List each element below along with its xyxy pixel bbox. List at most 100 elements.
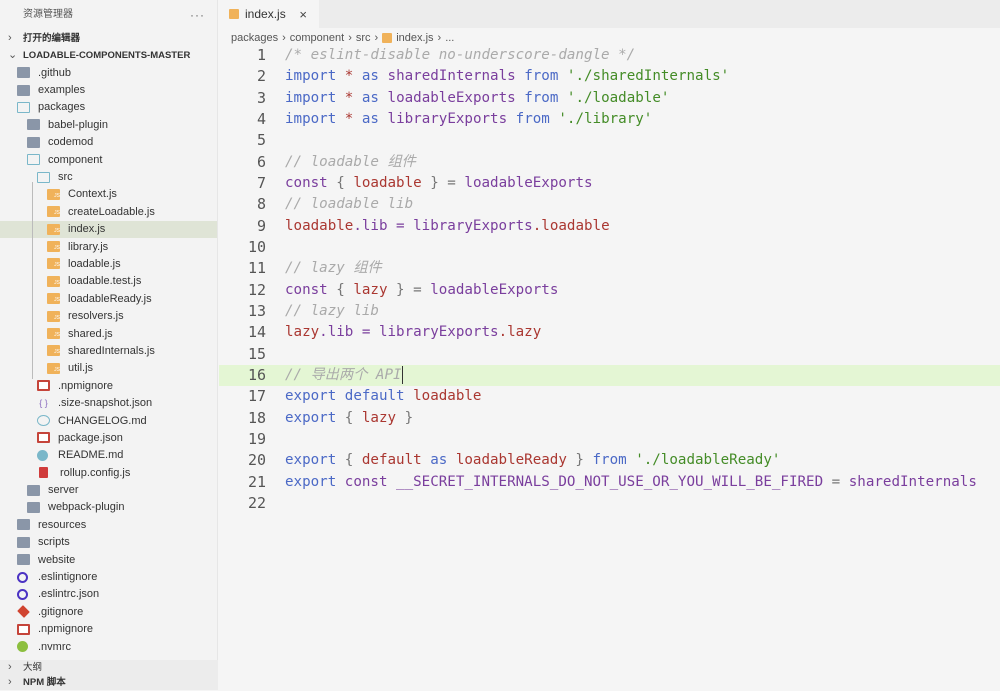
code-line[interactable]: 21 export const __SECRET_INTERNALS_DO_NOT…	[219, 472, 1000, 493]
tree-item[interactable]: server	[0, 481, 217, 498]
code-token: './library'	[549, 110, 653, 127]
tree-item[interactable]: babel-plugin	[0, 116, 217, 133]
tree-item[interactable]: README.md	[0, 447, 217, 464]
tree-item[interactable]: .npmignore	[0, 377, 217, 394]
line-number: 10	[247, 237, 266, 256]
code-token: /* eslint-disable no-underscore-dangle *…	[285, 47, 636, 63]
code-line[interactable]: 16 // 导出两个 API	[219, 364, 1000, 387]
tree-item-label: CHANGELOG.md	[58, 414, 147, 427]
tree-item[interactable]: .eslintignore	[0, 568, 217, 585]
tree-item[interactable]: website	[0, 551, 217, 568]
tree-item-label: .eslintrc.json	[38, 588, 100, 601]
breadcrumb-item[interactable]: packages	[231, 32, 278, 44]
tree-item[interactable]: { } .size-snapshot.json	[0, 394, 217, 411]
tree-item-label: component	[48, 153, 103, 166]
tree-item[interactable]: .github	[0, 64, 217, 81]
code-line[interactable]: 13 // lazy lib	[219, 301, 1000, 322]
code-line[interactable]: 6 // loadable 组件	[219, 152, 1000, 173]
code-token: './loadable'	[558, 89, 670, 106]
tree-item[interactable]: .eslintrc.json	[0, 586, 217, 603]
rollup-icon	[39, 467, 48, 479]
tree-item[interactable]: CHANGELOG.md	[0, 412, 217, 429]
code-line[interactable]: 5	[219, 130, 1000, 151]
breadcrumb-item[interactable]: src	[356, 32, 371, 44]
tree-item[interactable]: .nvmrc	[0, 638, 217, 655]
folder-icon	[17, 84, 30, 96]
code-token: as	[421, 452, 456, 469]
code-line[interactable]: 12 const { lazy } = loadableExports	[219, 280, 1000, 301]
code-line[interactable]: 9 loadable.lib = libraryExports.loadable	[219, 216, 1000, 237]
code-line[interactable]: 17 export default loadable	[219, 386, 1000, 407]
code-token: __SECRET_INTERNALS_DO_NOT_USE_OR_YOU_WIL…	[396, 473, 824, 490]
tree-item[interactable]: package.json	[0, 429, 217, 446]
code-token: .lazy	[498, 324, 542, 341]
line-number: 3	[256, 88, 266, 107]
open-editors-section[interactable]: › 打开的编辑器	[0, 30, 217, 47]
code-token: }	[566, 452, 593, 469]
line-content: // lazy 组件	[266, 258, 382, 279]
code-line[interactable]: 15	[219, 344, 1000, 365]
git-icon	[17, 605, 30, 619]
line-content: // lazy lib	[266, 301, 379, 322]
line-content	[266, 429, 285, 450]
outline-section[interactable]: › 大纲	[0, 660, 218, 675]
code-line[interactable]: 11 // lazy 组件	[219, 258, 1000, 279]
tree-item-label: scripts	[38, 536, 70, 549]
section-label: NPM 脚本	[23, 677, 66, 688]
line-content	[266, 130, 285, 151]
explorer-sidebar: 资源管理器 ··· › 打开的编辑器 ⌄ LOADABLE-COMPONENTS-MA…	[0, 0, 218, 690]
tree-item-label: resources	[38, 518, 87, 531]
tab-index-js[interactable]: index.js ×	[219, 0, 319, 28]
code-token: lazy	[361, 409, 397, 426]
tree-item-label: webpack-plugin	[48, 501, 125, 514]
code-line[interactable]: 3 import * as loadableExports from './loa…	[219, 88, 1000, 109]
breadcrumb-item[interactable]: component	[290, 32, 344, 44]
tree-item-label: sharedInternals.js	[68, 344, 155, 357]
breadcrumb: packages › component › src › index.js ›...	[219, 29, 1000, 46]
line-number: 2	[256, 67, 266, 86]
tree-item[interactable]: scripts	[0, 534, 217, 551]
tree-item[interactable]: resources	[0, 516, 217, 533]
npm-scripts-section[interactable]: › NPM 脚本	[0, 675, 218, 690]
breadcrumb-item[interactable]: ...	[445, 32, 454, 44]
close-icon[interactable]: ×	[299, 7, 307, 22]
code-line[interactable]: 1 /* eslint-disable no-underscore-dangle …	[219, 45, 1000, 66]
line-number: 19	[247, 429, 266, 448]
tree-item[interactable]: packages	[0, 99, 217, 116]
code-line[interactable]: 7 const { loadable } = loadableExports	[219, 173, 1000, 194]
tree-item-label: util.js	[68, 362, 94, 375]
code-token: }	[396, 409, 414, 426]
tree-item[interactable]: rollup.config.js	[0, 464, 217, 481]
code-line[interactable]: 20 export { default as loadableReady } fr…	[219, 450, 1000, 471]
tree-item[interactable]: .npmignore	[0, 621, 217, 638]
code-line[interactable]: 8 // loadable lib	[219, 194, 1000, 215]
code-line[interactable]: 14 lazy.lib = libraryExports.lazy	[219, 322, 1000, 343]
code-line[interactable]: 19	[219, 429, 1000, 450]
folder-icon	[17, 536, 30, 548]
code-token: import	[285, 68, 337, 85]
code-token: import	[285, 89, 337, 106]
tree-item-label: resolvers.js	[68, 310, 124, 323]
tree-item[interactable]: codemod	[0, 134, 217, 151]
code-line[interactable]: 4 import * as libraryExports from './libr…	[219, 109, 1000, 130]
tree-item[interactable]: webpack-plugin	[0, 499, 217, 516]
code-editor[interactable]: 1 /* eslint-disable no-underscore-dangle …	[219, 45, 1000, 514]
code-line[interactable]: 2 import * as sharedInternals from './sha…	[219, 66, 1000, 87]
js-icon: JS	[47, 345, 60, 357]
code-line[interactable]: 18 export { lazy }	[219, 408, 1000, 429]
line-content: import * as sharedInternals from './shar…	[266, 66, 729, 87]
code-line[interactable]: 10	[219, 237, 1000, 258]
changelog-icon	[37, 415, 50, 426]
breadcrumb-item[interactable]: index.js	[396, 32, 433, 44]
chevron-down-icon: ⌄	[8, 49, 18, 61]
tree-item-label: server	[48, 484, 79, 497]
code-token: libraryExports	[378, 324, 499, 341]
code-line[interactable]: 22	[219, 493, 1000, 514]
tree-item[interactable]: component	[0, 151, 217, 168]
tree-item[interactable]: examples	[0, 81, 217, 98]
workspace-root-section[interactable]: ⌄ LOADABLE-COMPONENTS-MASTER	[0, 47, 217, 64]
more-actions-icon[interactable]: ···	[190, 0, 205, 30]
tree-item[interactable]: .gitignore	[0, 603, 217, 620]
js-icon: JS	[47, 206, 60, 218]
tree-item-label: loadable.js	[68, 257, 121, 270]
